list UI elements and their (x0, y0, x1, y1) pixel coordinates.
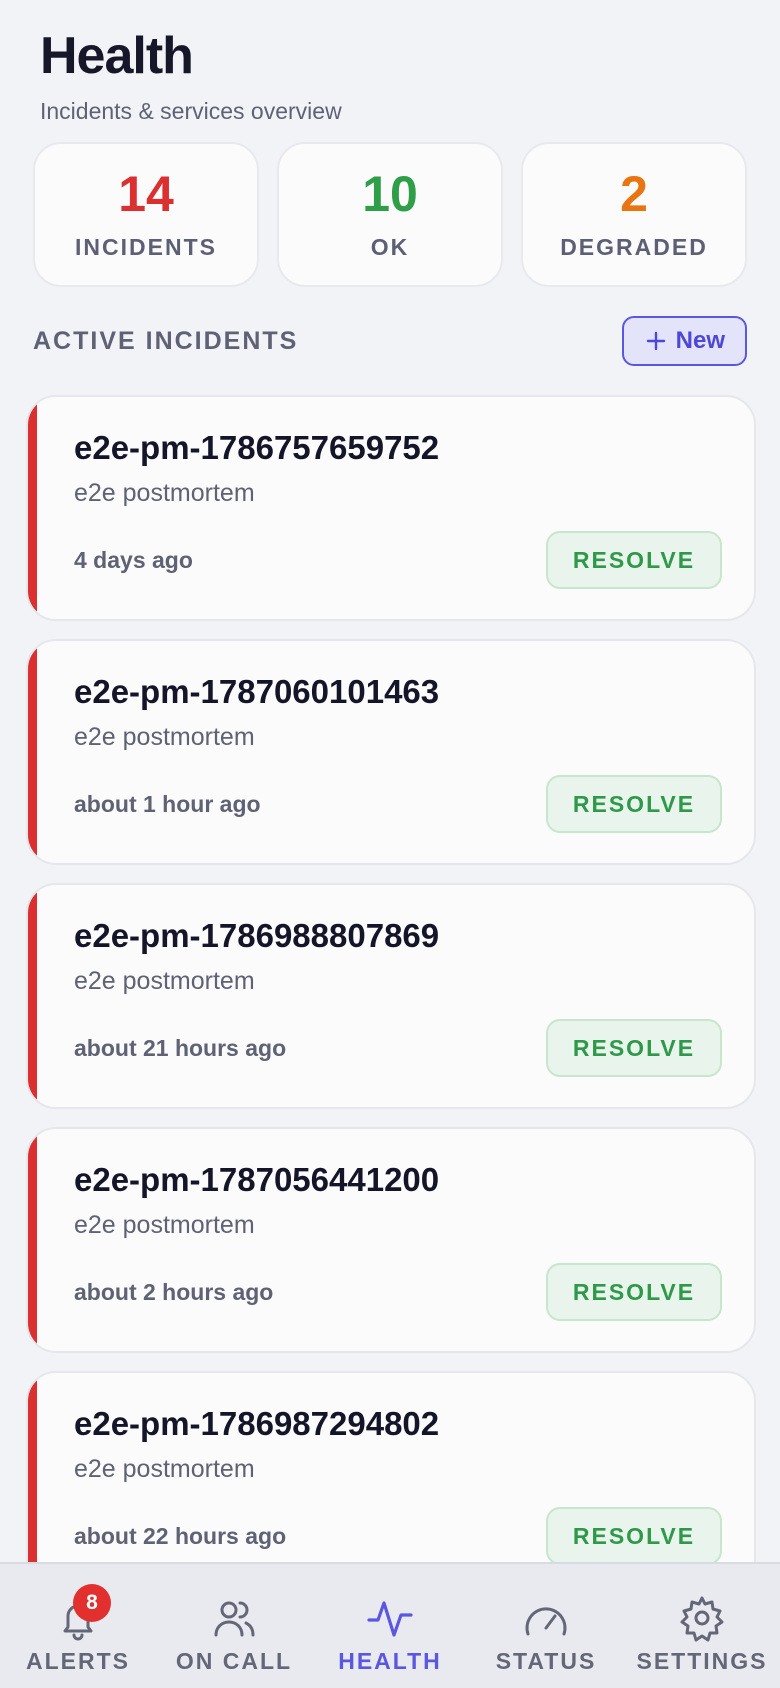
incident-title: e2e-pm-1787060101463 (74, 673, 440, 710)
stat-card-incidents: 14 INCIDENTS (33, 142, 259, 287)
stat-card-ok: 10 OK (277, 142, 503, 287)
incident-title: e2e-pm-1786757659752 (74, 429, 440, 466)
incident-time: about 2 hours ago (74, 1279, 274, 1305)
stat-label-incidents: INCIDENTS (75, 234, 217, 260)
incident-description: e2e postmortem (74, 479, 255, 507)
incident-description: e2e postmortem (74, 723, 255, 751)
incident-description: e2e postmortem (74, 1455, 255, 1483)
new-incident-button[interactable]: New (621, 316, 747, 366)
incident-card[interactable]: e2e-pm-1787060101463 e2e postmortem abou… (26, 639, 756, 865)
users-icon (214, 1601, 255, 1637)
tab-label-settings: SETTINGS (636, 1648, 768, 1674)
resolve-button[interactable]: RESOLVE (546, 1263, 722, 1321)
stat-label-ok: OK (370, 234, 410, 260)
section-header: ACTIVE INCIDENTS New (33, 315, 747, 367)
gear-icon (680, 1596, 724, 1642)
resolve-button[interactable]: RESOLVE (546, 531, 722, 589)
incident-description: e2e postmortem (74, 1211, 255, 1239)
resolve-button[interactable]: RESOLVE (546, 1507, 722, 1565)
page-subtitle: Incidents & services overview (40, 98, 342, 124)
tab-settings[interactable]: SETTINGS (624, 1564, 780, 1688)
activity-icon (367, 1601, 413, 1637)
stats-summary: 14 INCIDENTS 10 OK 2 DEGRADED (33, 142, 747, 287)
incident-description: e2e postmortem (74, 967, 255, 995)
alerts-badge: 8 (73, 1584, 111, 1622)
tab-label-status: STATUS (495, 1648, 597, 1674)
tab-on-call[interactable]: ON CALL (156, 1564, 312, 1688)
stat-value-incidents: 14 (118, 166, 174, 222)
incident-time: about 1 hour ago (74, 791, 261, 817)
incident-card[interactable]: e2e-pm-1786757659752 e2e postmortem 4 da… (26, 395, 756, 621)
incident-title: e2e-pm-1787056441200 (74, 1161, 440, 1198)
tab-status[interactable]: STATUS (468, 1564, 624, 1688)
incident-list: e2e-pm-1786757659752 e2e postmortem 4 da… (26, 395, 756, 1615)
new-incident-label: New (675, 327, 725, 354)
tab-health[interactable]: HEALTH (312, 1564, 468, 1688)
stat-value-ok: 10 (362, 166, 418, 222)
incident-time: about 22 hours ago (74, 1523, 287, 1549)
gauge-icon (525, 1607, 567, 1636)
incident-card[interactable]: e2e-pm-1787056441200 e2e postmortem abou… (26, 1127, 756, 1353)
stat-value-degraded: 2 (620, 166, 648, 222)
bottom-tab-bar: 8 ALERTS ON CALL HEALTH STATUS SETTINGS (0, 1562, 780, 1688)
tab-label-alerts: ALERTS (26, 1648, 130, 1674)
incident-title: e2e-pm-1786988807869 (74, 917, 440, 954)
incident-time: about 21 hours ago (74, 1035, 287, 1061)
page-title: Health (40, 27, 194, 85)
incident-title: e2e-pm-1786987294802 (74, 1405, 440, 1442)
tab-alerts[interactable]: 8 ALERTS (0, 1564, 156, 1688)
tab-label-on-call: ON CALL (175, 1648, 293, 1674)
incident-time: 4 days ago (74, 547, 193, 573)
page-header: Health Incidents & services overview (40, 26, 342, 125)
incident-card[interactable]: e2e-pm-1786988807869 e2e postmortem abou… (26, 883, 756, 1109)
stat-label-degraded: DEGRADED (560, 234, 708, 260)
plus-icon (646, 331, 665, 351)
section-title: ACTIVE INCIDENTS (33, 326, 299, 355)
tab-label-health: HEALTH (338, 1648, 442, 1674)
stat-card-degraded: 2 DEGRADED (521, 142, 747, 287)
resolve-button[interactable]: RESOLVE (546, 775, 722, 833)
resolve-button[interactable]: RESOLVE (546, 1019, 722, 1077)
